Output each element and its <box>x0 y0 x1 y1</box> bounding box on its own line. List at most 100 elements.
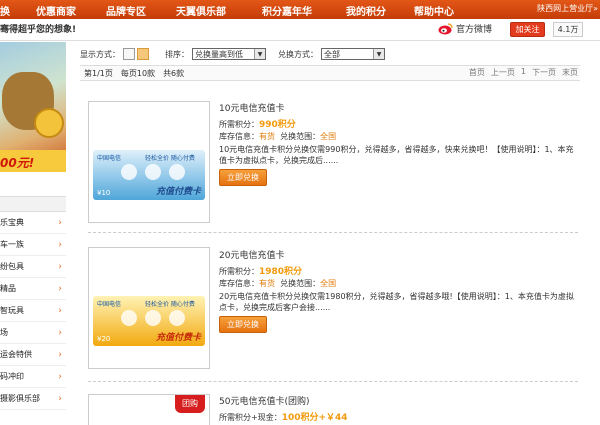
exchange-method-select[interactable]: 全部 ▼ <box>321 48 385 60</box>
nav-item-points-carnival[interactable]: 积分嘉年华 <box>262 3 312 18</box>
sidebar-item[interactable]: 精品 › <box>0 278 66 300</box>
phone-icon <box>121 310 137 326</box>
stock-label: 库存信息： <box>219 279 259 288</box>
product-description: 10元电信充值卡积分兑换仅需990积分，兑得越多，省得越多，快来兑换吧！【使用说… <box>219 145 574 165</box>
sidebar-item[interactable]: 车一族 › <box>0 234 66 256</box>
stock-label: 库存信息： <box>219 132 259 141</box>
sidebar-item-label: 摄影俱乐部 <box>0 394 40 403</box>
sort-select[interactable]: 兑换量高到低 ▼ <box>192 48 266 60</box>
pagination-links: 首页 上一页 1 下一页 末页 <box>469 67 578 78</box>
range-label: 兑换范围： <box>280 279 321 288</box>
points-value: 990积分 <box>259 120 296 130</box>
category-sidebar: 乐宝典 › 车一族 › 纷包具 › 精品 › 智玩具 › 场 › 运会特供 › 码冲印 › 摄影… <box>0 196 66 410</box>
product-image[interactable]: 中国电信 轻松全价 随心付费 ¥10 充值付费卡 <box>88 101 210 223</box>
phone-icon <box>121 164 137 180</box>
list-toolbar: 显示方式： 排序： 兑换量高到低 ▼ 兑换方式： 全部 ▼ <box>80 46 580 62</box>
product-name[interactable]: 20元电信充值卡 <box>219 248 579 261</box>
grid-view-icon[interactable] <box>123 48 135 60</box>
nav-item-exchange[interactable]: 换 <box>0 3 10 18</box>
mouse-icon <box>169 310 185 326</box>
chevron-right-icon: › <box>58 261 62 272</box>
stock-line: 库存信息：有货 兑换范围：全国 <box>219 278 579 289</box>
nav-item-tianyi-club[interactable]: 天翼俱乐部 <box>176 3 226 18</box>
card-brand: 中国电信 <box>97 155 122 162</box>
region-link[interactable]: 陕西网上营业厅» <box>537 3 598 14</box>
chevron-right-icon: › <box>58 327 62 338</box>
page-1-link[interactable]: 1 <box>521 67 526 78</box>
banner-text: 00元! <box>0 156 35 170</box>
product-image[interactable]: 团购 <box>88 394 210 425</box>
exchange-method-value: 全部 <box>324 49 340 59</box>
chevron-right-icon: › <box>58 239 62 250</box>
card-brand: 中国电信 <box>97 301 122 308</box>
card-title: 充值付费卡 <box>155 333 201 343</box>
sidebar-item-label: 车一族 <box>0 240 24 249</box>
nav-item-discount-merchants[interactable]: 优惠商家 <box>36 3 76 18</box>
exchange-method-label: 兑换方式： <box>278 49 318 59</box>
mobile-icon <box>145 310 161 326</box>
sidebar-header <box>0 196 66 212</box>
pagination-bar: 第1/1页 每页10款 共6款 首页 上一页 1 下一页 末页 <box>80 65 580 81</box>
product-image[interactable]: 中国电信 轻松全价 随心付费 ¥20 充值付费卡 <box>88 247 210 369</box>
points-label: 所需积分： <box>219 267 259 276</box>
nav-item-help-center[interactable]: 帮助中心 <box>414 3 454 18</box>
product-separator <box>88 381 578 382</box>
points-line: 所需积分：990积分 <box>219 117 579 130</box>
weibo-label: 官方微博 <box>456 25 493 35</box>
first-page-link[interactable]: 首页 <box>469 67 485 78</box>
view-mode-label: 显示方式： <box>80 49 120 59</box>
product-info: 10元电信充值卡 所需积分：990积分 库存信息：有货 兑换范围：全国 10元电… <box>219 101 579 166</box>
product-name[interactable]: 10元电信充值卡 <box>219 101 579 114</box>
nav-item-brand-zone[interactable]: 品牌专区 <box>106 3 146 18</box>
header-divider <box>0 40 600 41</box>
sidebar-item[interactable]: 运会特供 › <box>0 344 66 366</box>
product-info: 50元电信充值卡(团购) 所需积分+现金：100积分+￥44 <box>219 394 579 424</box>
sidebar-item-label: 乐宝典 <box>0 218 24 227</box>
sidebar-item-label: 智玩具 <box>0 306 24 315</box>
sidebar-item-label: 运会特供 <box>0 350 32 359</box>
page-indicator: 第1/1页 <box>84 68 113 78</box>
card-value: ¥20 <box>97 335 111 343</box>
follow-button[interactable]: 加关注 <box>510 22 545 37</box>
points-label: 所需积分+现金： <box>219 413 282 422</box>
product-separator <box>88 232 578 233</box>
recharge-card-image: 中国电信 轻松全价 随心付费 ¥10 充值付费卡 <box>93 150 205 200</box>
points-line: 所需积分+现金：100积分+￥44 <box>219 410 579 423</box>
sidebar-item[interactable]: 场 › <box>0 322 66 344</box>
nav-item-my-points[interactable]: 我的积分 <box>346 3 386 18</box>
top-nav: 换 优惠商家 品牌专区 天翼俱乐部 积分嘉年华 我的积分 帮助中心 陕西网上营业… <box>0 0 600 19</box>
sidebar-item-label: 纷包具 <box>0 262 24 271</box>
card-tagline: 轻松全价 随心付费 <box>145 301 195 308</box>
sidebar-item[interactable]: 智玩具 › <box>0 300 66 322</box>
chevron-right-icon: › <box>58 217 62 228</box>
product-name[interactable]: 50元电信充值卡(团购) <box>219 394 579 407</box>
chevron-right-icon: › <box>58 349 62 360</box>
sidebar-item[interactable]: 纷包具 › <box>0 256 66 278</box>
per-page-info: 每页10款 <box>120 68 156 78</box>
prev-page-link[interactable]: 上一页 <box>491 67 515 78</box>
last-page-link[interactable]: 末页 <box>562 67 578 78</box>
chevron-right-icon: › <box>58 371 62 382</box>
card-tagline: 轻松全价 随心付费 <box>145 155 195 162</box>
sort-label: 排序： <box>165 49 189 59</box>
points-value: 1980积分 <box>259 267 303 277</box>
redeem-button[interactable]: 立即兑换 <box>219 316 267 333</box>
sidebar-item[interactable]: 码冲印 › <box>0 366 66 388</box>
chevron-right-icon: › <box>58 305 62 316</box>
mouse-icon <box>169 164 185 180</box>
sidebar-item[interactable]: 摄影俱乐部 › <box>0 388 66 410</box>
recharge-card-image: 中国电信 轻松全价 随心付费 ¥20 充值付费卡 <box>93 296 205 346</box>
coin-image <box>34 108 64 138</box>
group-buy-badge: 团购 <box>175 395 205 413</box>
list-view-icon[interactable] <box>137 48 149 60</box>
sidebar-item[interactable]: 乐宝典 › <box>0 212 66 234</box>
chevron-down-icon: ▼ <box>373 49 384 59</box>
promo-banner[interactable]: 00元! <box>0 42 66 172</box>
card-value: ¥10 <box>97 189 111 197</box>
redeem-button[interactable]: 立即兑换 <box>219 169 267 186</box>
official-weibo-link[interactable]: 官方微博 <box>438 22 492 35</box>
stock-value: 有货 <box>259 132 275 141</box>
next-page-link[interactable]: 下一页 <box>532 67 556 78</box>
follower-count: 4.1万 <box>553 22 583 37</box>
points-label: 所需积分： <box>219 120 259 129</box>
